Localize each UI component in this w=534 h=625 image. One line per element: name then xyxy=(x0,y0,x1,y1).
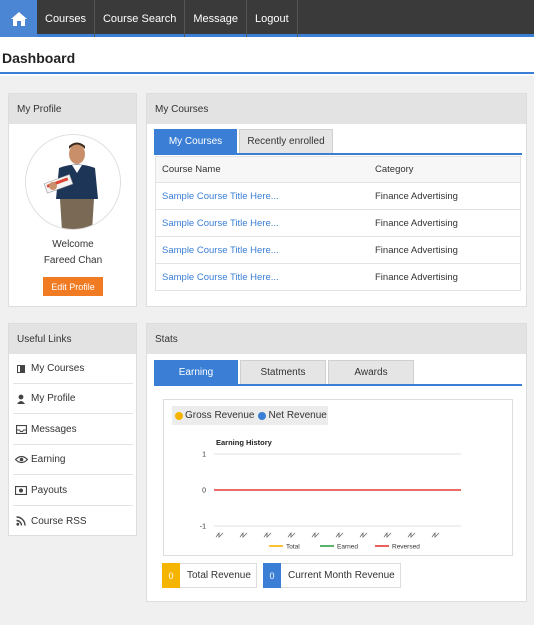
my-courses-panel: My Courses My Courses Recently enrolled … xyxy=(146,93,527,307)
link-my-profile[interactable]: My Profile xyxy=(13,384,133,414)
home-button[interactable] xyxy=(0,0,37,37)
home-icon xyxy=(10,11,27,26)
money-icon xyxy=(13,486,29,495)
link-label: Course RSS xyxy=(31,515,87,527)
total-revenue-value: 0 xyxy=(162,563,180,588)
course-title-link[interactable]: Sample Course Title Here... xyxy=(156,272,369,283)
tab-statments[interactable]: Statments xyxy=(240,360,326,385)
edit-profile-button[interactable]: Edit Profile xyxy=(43,277,103,296)
legend-label-total: Total xyxy=(286,544,300,551)
course-title-link[interactable]: Sample Course Title Here... xyxy=(156,218,369,229)
tab-my-courses[interactable]: My Courses xyxy=(154,129,237,154)
stats-panel: Stats Earning Statments Awards Gross Rev… xyxy=(146,323,527,602)
link-label: My Courses xyxy=(31,363,85,374)
link-label: Payouts xyxy=(31,485,68,496)
revenue-legend: Gross Revenue Net Revenue xyxy=(172,406,328,425)
link-earning[interactable]: Earning xyxy=(13,445,133,475)
profile-panel: My Profile Welcome Fareed Chan Edit Prof… xyxy=(8,93,137,307)
course-category: Finance Advertising xyxy=(375,190,458,202)
table-header-row: Course Name Category xyxy=(155,156,521,183)
month-revenue-label: Current Month Revenue xyxy=(288,570,395,581)
link-course-rss[interactable]: Course RSS xyxy=(13,506,133,536)
link-payouts[interactable]: Payouts xyxy=(13,476,133,506)
y-tick-label: 1 xyxy=(202,452,206,459)
nav-course-search[interactable]: Course Search xyxy=(95,0,186,37)
x-tick-mark xyxy=(239,531,248,538)
x-tick-mark xyxy=(359,531,368,538)
table-row: Sample Course Title Here... Finance Adve… xyxy=(155,237,521,264)
net-revenue-label: Net Revenue xyxy=(268,410,327,421)
welcome-text: Welcome xyxy=(52,239,94,250)
link-my-courses[interactable]: My Courses xyxy=(13,354,133,384)
tab-earning[interactable]: Earning xyxy=(154,360,238,385)
link-label: Messages xyxy=(31,424,77,435)
nav-message[interactable]: Message xyxy=(185,0,247,37)
top-navbar: Courses Course Search Message Logout xyxy=(0,0,534,37)
courses-tabs: My Courses Recently enrolled xyxy=(154,129,333,154)
table-row: Sample Course Title Here... Finance Adve… xyxy=(155,210,521,237)
course-category: Finance Advertising xyxy=(375,244,458,256)
book-icon xyxy=(13,364,29,374)
legend-label-earned: Earned xyxy=(337,544,358,551)
my-courses-heading: My Courses xyxy=(147,94,526,124)
x-tick-mark xyxy=(335,531,344,538)
table-row: Sample Course Title Here... Finance Adve… xyxy=(155,264,521,291)
rss-icon xyxy=(13,516,29,526)
stats-heading: Stats xyxy=(147,324,526,354)
link-messages[interactable]: Messages xyxy=(13,415,133,445)
course-title-link[interactable]: Sample Course Title Here... xyxy=(156,245,369,256)
total-revenue-label: Total Revenue xyxy=(187,570,251,581)
stats-tab-underline xyxy=(154,384,522,386)
month-revenue-value: 0 xyxy=(263,563,281,588)
user-icon xyxy=(13,394,29,404)
inbox-icon xyxy=(13,425,29,434)
x-tick-mark xyxy=(431,531,440,538)
stats-tabs: Earning Statments Awards xyxy=(154,360,414,385)
useful-links-panel: Useful Links My Courses My Profile Messa… xyxy=(8,323,137,536)
nav-logout[interactable]: Logout xyxy=(247,0,298,37)
x-tick-mark xyxy=(311,531,320,538)
course-category: Finance Advertising xyxy=(375,271,458,283)
total-revenue-box: 0 Total Revenue xyxy=(162,563,257,588)
net-revenue-dot xyxy=(258,411,267,420)
link-label: My Profile xyxy=(31,393,76,404)
course-category: Finance Advertising xyxy=(375,217,458,229)
column-header-category: Category xyxy=(375,164,414,175)
profile-name: Fareed Chan xyxy=(43,255,103,266)
y-tick-label: 0 xyxy=(202,488,206,495)
tab-recently-enrolled[interactable]: Recently enrolled xyxy=(239,129,333,154)
x-tick-mark xyxy=(215,531,224,538)
courses-table: Course Name Category Sample Course Title… xyxy=(155,156,521,291)
eye-icon xyxy=(13,455,29,464)
gross-revenue-dot xyxy=(175,411,183,420)
x-tick-mark xyxy=(407,531,416,538)
x-tick-mark xyxy=(287,531,296,538)
avatar xyxy=(25,134,121,230)
x-tick-mark xyxy=(383,531,392,538)
table-row: Sample Course Title Here... Finance Adve… xyxy=(155,183,521,210)
legend-label-reversed: Reversed xyxy=(392,544,420,551)
page-header: Dashboard xyxy=(0,40,534,74)
profile-panel-heading: My Profile xyxy=(9,94,136,124)
x-tick-mark xyxy=(263,531,272,538)
gross-revenue-label: Gross Revenue xyxy=(185,410,255,421)
avatar-photo xyxy=(26,135,120,229)
earning-history-chart: Earning History 1 0 -1 Total Earned Reversed xyxy=(200,438,461,551)
courses-tab-underline xyxy=(154,153,522,155)
useful-links-heading: Useful Links xyxy=(9,324,136,354)
month-revenue-box: 0 Current Month Revenue xyxy=(263,563,401,588)
y-tick-label: -1 xyxy=(200,524,206,531)
course-title-link[interactable]: Sample Course Title Here... xyxy=(156,191,369,202)
earning-chart: Gross Revenue Net Revenue Earning Histor… xyxy=(163,399,513,556)
column-header-course-name: Course Name xyxy=(162,164,221,175)
page-title: Dashboard xyxy=(2,50,76,66)
chart-title: Earning History xyxy=(216,438,273,447)
nav-courses[interactable]: Courses xyxy=(37,0,95,37)
tab-awards[interactable]: Awards xyxy=(328,360,414,385)
link-label: Earning xyxy=(31,454,66,465)
